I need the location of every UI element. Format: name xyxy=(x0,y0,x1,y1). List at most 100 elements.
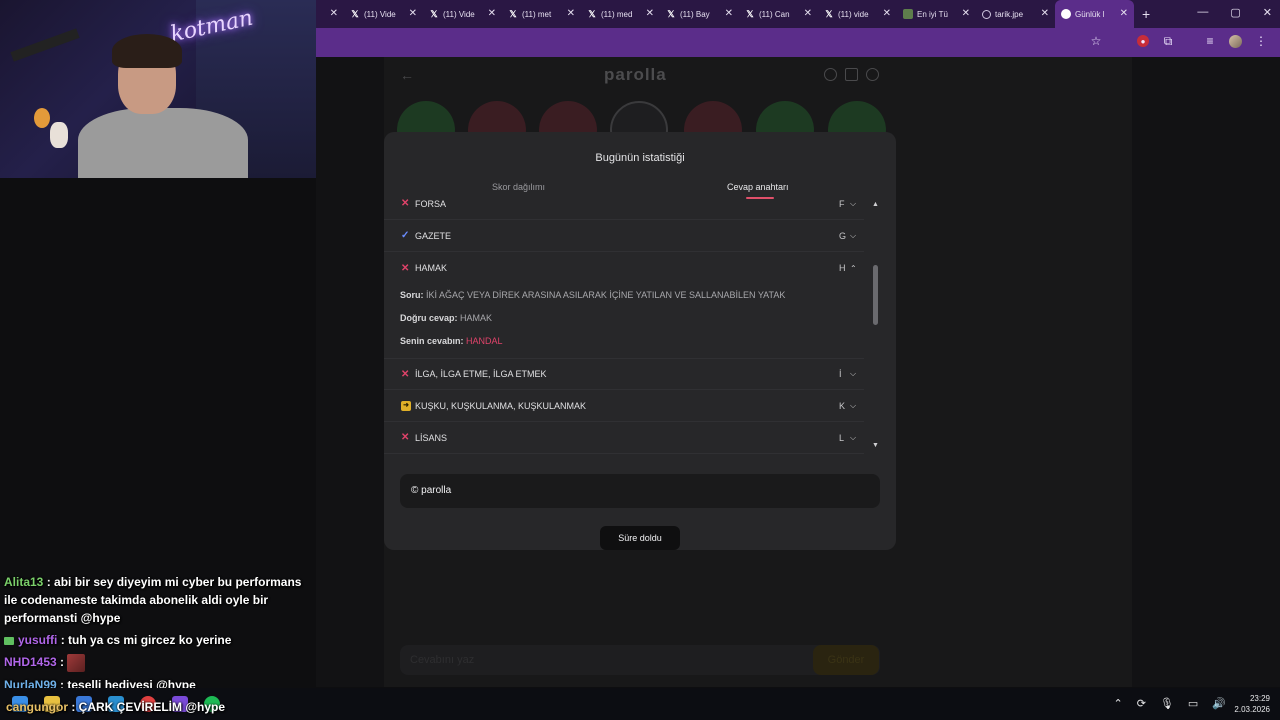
system-tray: ⌃ ⟳ 🎙 ▭ 🔊 xyxy=(1113,697,1226,710)
tab-close-icon[interactable]: ✕ xyxy=(488,8,496,19)
menu-kebab-icon[interactable]: ⋮ xyxy=(1254,34,1268,48)
browser-tab[interactable]: tarik.jpe ✕ xyxy=(976,0,1055,28)
submit-button[interactable]: Gönder xyxy=(813,645,879,675)
x-icon: 𝕏 xyxy=(825,8,833,19)
globe-icon xyxy=(982,9,991,19)
answer-row[interactable]: ✓ GAZETE G ⌵ xyxy=(384,220,864,252)
chat-username: yusuffi xyxy=(18,633,58,647)
answer-row[interactable]: ✕ FORSA F ⌵ xyxy=(384,188,864,220)
tab-close-icon[interactable]: ✕ xyxy=(1120,8,1128,19)
browser-tab[interactable]: 𝕏 (11) Vide ✕ xyxy=(423,0,502,28)
x-icon: 𝕏 xyxy=(509,8,517,19)
webcam-person-shirt xyxy=(78,108,248,178)
wrong-x-icon: ✕ xyxy=(401,262,410,274)
volume-icon[interactable]: 🔊 xyxy=(1212,697,1226,710)
answer-word: LİSANS xyxy=(415,432,448,443)
user-icon[interactable] xyxy=(866,68,879,81)
scroll-down-arrow-icon[interactable]: ▼ xyxy=(872,442,879,449)
scrollbar-thumb[interactable] xyxy=(873,265,878,325)
browser-tab[interactable]: 𝕏 (11) med ✕ xyxy=(581,0,660,28)
media-control-icon[interactable]: ≡ xyxy=(1203,34,1217,48)
chevron-down-icon: ⌵ xyxy=(850,198,857,208)
answer-row-expanded[interactable]: ✕ HAMAK H ⌃ xyxy=(384,252,864,284)
close-window-button[interactable]: ✕ xyxy=(1263,6,1272,19)
x-icon: 𝕏 xyxy=(430,8,438,19)
extensions-puzzle-icon[interactable]: ⧉ xyxy=(1161,34,1175,48)
tray-chevron-up-icon[interactable]: ⌃ xyxy=(1113,697,1122,710)
answer-word: HAMAK xyxy=(415,263,448,273)
extension-record-icon[interactable]: ● xyxy=(1137,35,1149,47)
wrong-x-icon: ✕ xyxy=(401,368,410,380)
tray-sync-icon[interactable]: ⟳ xyxy=(1137,697,1146,710)
profile-avatar[interactable] xyxy=(1229,34,1242,48)
tab-close-icon[interactable]: ✕ xyxy=(409,8,417,19)
time-up-button[interactable]: Süre doldu xyxy=(600,526,680,550)
tab-label: (11) vide xyxy=(838,9,869,19)
tab-close-icon[interactable]: ✕ xyxy=(646,8,654,19)
back-arrow-icon[interactable]: ← xyxy=(400,67,414,83)
chat-text: : abi bir sey diyeyim mi cyber bu perfor… xyxy=(4,575,302,625)
stats-icon[interactable] xyxy=(845,68,858,81)
window-controls: — ▢ ✕ xyxy=(1197,6,1272,19)
site-brand: parolla xyxy=(604,65,667,84)
x-icon: 𝕏 xyxy=(746,8,754,19)
tab-close-icon[interactable]: ✕ xyxy=(962,8,970,19)
answer-row[interactable]: ➜ KUŞKU, KUŞKULANMA, KUŞKULANMAK K ⌵ xyxy=(384,390,864,422)
maximize-button[interactable]: ▢ xyxy=(1230,6,1240,19)
browser-tab[interactable]: 𝕏 (11) Can ✕ xyxy=(739,0,818,28)
scroll-up-arrow-icon[interactable]: ▲ xyxy=(872,201,879,208)
bookmark-star-icon[interactable]: ☆ xyxy=(1089,34,1103,48)
browser-toolbar: ☆ ● ⧉ ≡ ⋮ xyxy=(316,28,1280,57)
browser-tab[interactable]: 𝕏 (11) met ✕ xyxy=(502,0,581,28)
answer-word: FORSA xyxy=(415,198,447,209)
browser-tab-active[interactable]: Günlük l ✕ xyxy=(1055,0,1134,28)
your-answer-value: HANDAL xyxy=(466,336,503,346)
webcam-overlay: kotman xyxy=(0,0,316,178)
browser-tab[interactable]: ✕ xyxy=(316,0,344,28)
tab-close-icon[interactable]: ✕ xyxy=(725,8,733,19)
chat-text: : tuh ya cs mi gircez ko yerine xyxy=(60,633,232,647)
browser-tab[interactable]: 𝕏 (11) vide ✕ xyxy=(818,0,897,28)
browser-tab[interactable]: En iyi Tü ✕ xyxy=(897,0,976,28)
tab-close-icon[interactable]: ✕ xyxy=(883,8,891,19)
info-icon[interactable] xyxy=(824,68,837,81)
correct-answer-label: Doğru cevap: xyxy=(400,313,458,323)
taskbar-clock[interactable]: 23:29 2.03.2026 xyxy=(1234,693,1270,715)
new-tab-button[interactable]: + xyxy=(1142,6,1164,22)
question-label: Soru: xyxy=(400,290,424,300)
toolbar-icons: ☆ ● ⧉ ≡ ⋮ xyxy=(1089,34,1268,49)
chat-badge-icon xyxy=(4,636,14,645)
stream-chat: Alita13 : abi bir sey diyeyim mi cyber b… xyxy=(4,573,316,698)
screen: kotman ✕ 𝕏 (11) Vide ✕ 𝕏 (11) Vide ✕ 𝕏 (11) m… xyxy=(0,0,1280,720)
your-answer-label: Senin cevabın: xyxy=(400,336,464,346)
chat-username: Alita13 xyxy=(4,575,44,589)
answer-letter: K xyxy=(839,400,846,411)
doc-icon xyxy=(903,9,913,19)
modal-title: Bugünün istatistiği xyxy=(595,152,685,164)
your-answer-detail: Senin cevabın: HANDAL xyxy=(400,336,503,346)
microphone-icon[interactable]: 🎙 xyxy=(1160,697,1174,710)
tab-close-icon[interactable]: ✕ xyxy=(567,8,575,19)
answer-row[interactable]: ✕ LİSANS L ⌵ xyxy=(384,422,864,454)
display-icon[interactable]: ▭ xyxy=(1188,697,1198,710)
wrong-x-icon: ✕ xyxy=(401,432,410,443)
answer-letter: H xyxy=(839,263,846,273)
chevron-up-icon: ⌃ xyxy=(850,263,857,273)
chat-username: NHD1453 xyxy=(4,655,57,669)
browser-tab[interactable]: 𝕏 (11) Bay ✕ xyxy=(660,0,739,28)
answer-row[interactable]: ✕ İLGA, İLGA ETME, İLGA ETMEK İ ⌵ xyxy=(384,358,864,390)
browser-tabbar: ✕ 𝕏 (11) Vide ✕ 𝕏 (11) Vide ✕ 𝕏 (11) met ✕ 𝕏 (1… xyxy=(316,0,1280,28)
tab-close-icon[interactable]: ✕ xyxy=(804,8,812,19)
tab-close-icon[interactable]: ✕ xyxy=(1041,8,1049,19)
chat-message: cangungor : ÇARK ÇEVİRELİM @hype xyxy=(6,698,318,716)
chevron-down-icon: ⌵ xyxy=(850,230,857,240)
minimize-button[interactable]: — xyxy=(1197,6,1208,19)
tab-close-icon[interactable]: ✕ xyxy=(330,8,338,19)
answer-letter: L xyxy=(839,432,845,443)
browser-tab[interactable]: 𝕏 (11) Vide ✕ xyxy=(344,0,423,28)
tab-label: (11) met xyxy=(522,9,552,19)
answer-letter: F xyxy=(839,198,845,209)
answer-input[interactable]: Cevabını yaz xyxy=(400,645,880,675)
correct-check-icon: ✓ xyxy=(401,230,410,241)
